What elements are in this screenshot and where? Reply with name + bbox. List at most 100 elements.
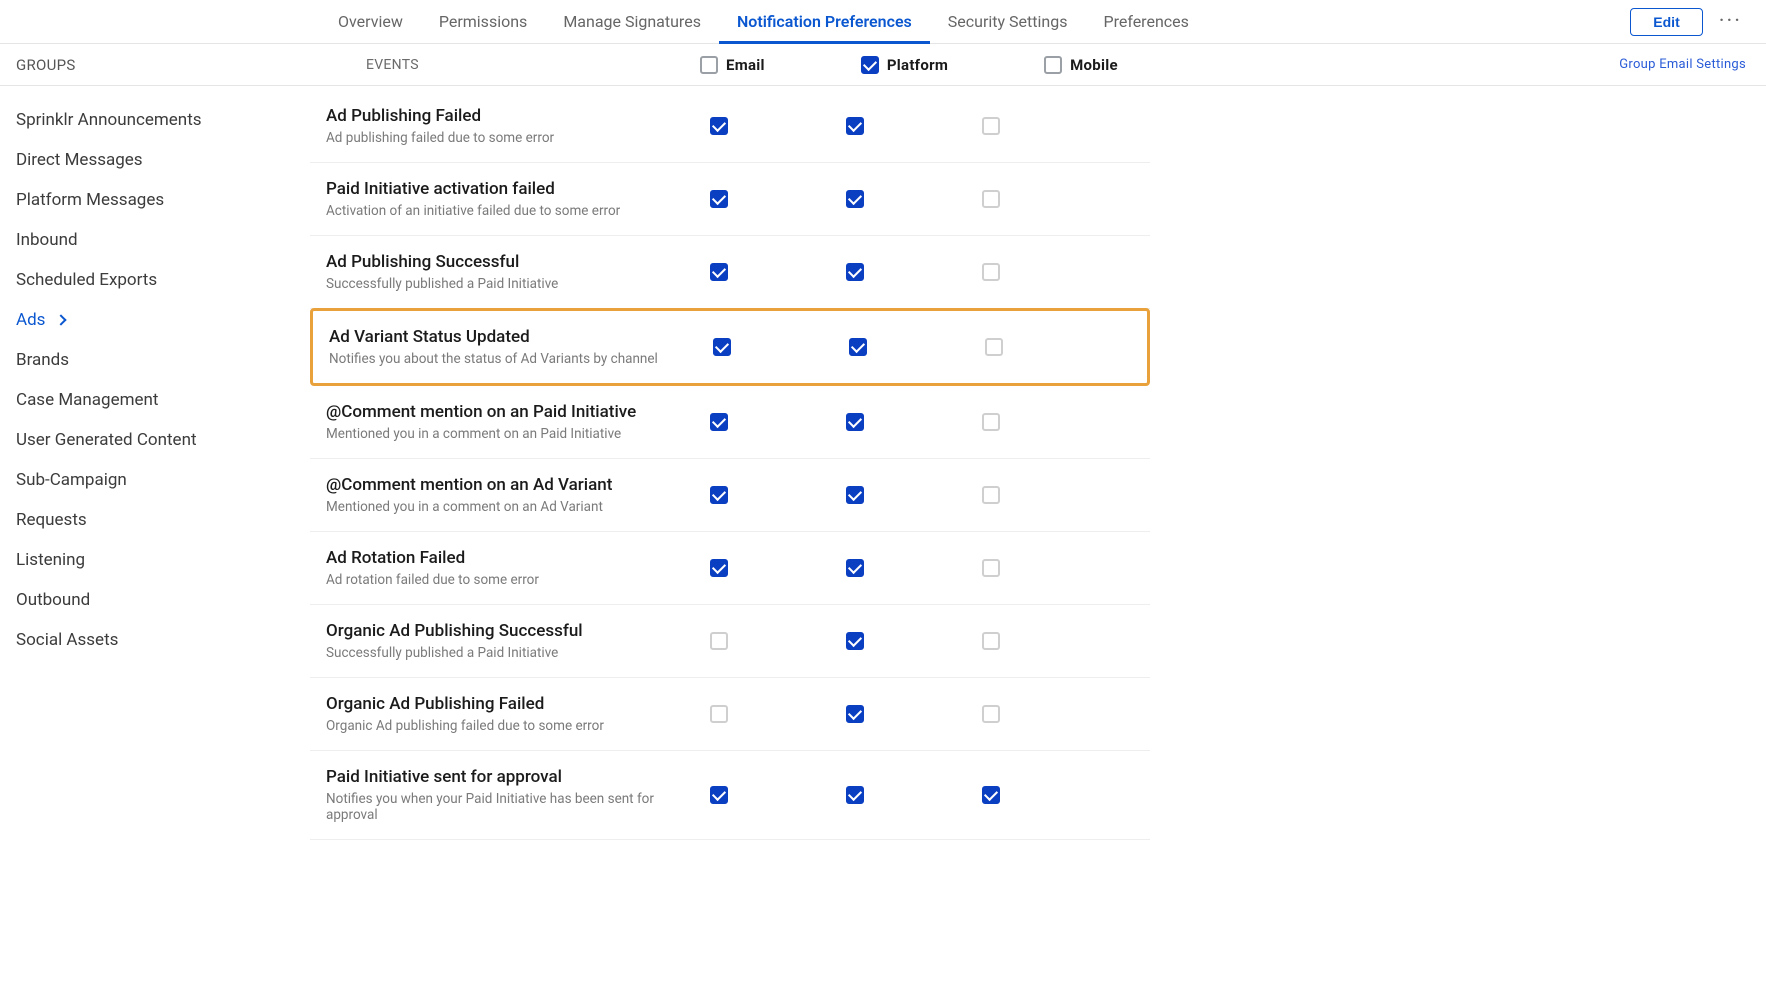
checkbox-email[interactable] <box>710 117 728 135</box>
tab-notification-preferences[interactable]: Notification Preferences <box>719 0 930 44</box>
checkbox-email[interactable] <box>710 786 728 804</box>
event-desc: Activation of an initiative failed due t… <box>326 203 700 219</box>
highlighted-event: Ad Variant Status UpdatedNotifies you ab… <box>310 308 1150 386</box>
checkbox-email[interactable] <box>710 705 728 723</box>
event-desc: Organic Ad publishing failed due to some… <box>326 718 700 734</box>
event-desc: Mentioned you in a comment on an Ad Vari… <box>326 499 700 515</box>
column-header-group: Email Platform Mobile Group Email Settings <box>700 56 1746 74</box>
more-icon[interactable]: ··· <box>1715 11 1746 33</box>
checkbox-platform[interactable] <box>846 559 864 577</box>
event-checkboxes <box>700 705 1000 723</box>
event-checkboxes <box>703 338 1003 356</box>
event-title: Paid Initiative sent for approval <box>326 767 700 787</box>
sidebar-item-social-assets[interactable]: Social Assets <box>0 620 310 660</box>
checkbox-platform[interactable] <box>846 117 864 135</box>
event-row: Ad Publishing FailedAd publishing failed… <box>310 90 1150 163</box>
sidebar-item-label: Requests <box>16 510 87 530</box>
checkbox-mobile[interactable] <box>982 559 1000 577</box>
event-desc: Successfully published a Paid Initiative <box>326 645 700 661</box>
sidebar-item-inbound[interactable]: Inbound <box>0 220 310 260</box>
checkbox-email[interactable] <box>710 190 728 208</box>
event-title: @Comment mention on an Paid Initiative <box>326 402 700 422</box>
event-checkboxes <box>700 413 1000 431</box>
tab-preferences[interactable]: Preferences <box>1085 0 1206 44</box>
sidebar-item-scheduled-exports[interactable]: Scheduled Exports <box>0 260 310 300</box>
column-checkbox-mobile[interactable] <box>1044 56 1062 74</box>
event-title: Organic Ad Publishing Failed <box>326 694 700 714</box>
checkbox-mobile[interactable] <box>982 486 1000 504</box>
column-checkbox-platform[interactable] <box>861 56 879 74</box>
event-desc: Mentioned you in a comment on an Paid In… <box>326 426 700 442</box>
column-header-platform: Platform <box>861 56 948 74</box>
sidebar-item-label: Case Management <box>16 390 158 410</box>
checkbox-platform[interactable] <box>846 486 864 504</box>
checkbox-mobile[interactable] <box>982 190 1000 208</box>
event-row: Organic Ad Publishing Failed Organic Ad p… <box>310 678 1150 751</box>
column-headers: Email Platform Mobile <box>700 56 1619 74</box>
checkbox-mobile[interactable] <box>985 338 1003 356</box>
sidebar-item-outbound[interactable]: Outbound <box>0 580 310 620</box>
sidebar-item-sprinklr-announcements[interactable]: Sprinklr Announcements <box>0 100 310 140</box>
column-header-mobile: Mobile <box>1044 56 1118 74</box>
checkbox-email[interactable] <box>710 559 728 577</box>
sidebar-item-brands[interactable]: Brands <box>0 340 310 380</box>
sidebar-item-requests[interactable]: Requests <box>0 500 310 540</box>
checkbox-mobile[interactable] <box>982 263 1000 281</box>
edit-button[interactable]: Edit <box>1630 8 1702 36</box>
event-title: Ad Rotation Failed <box>326 548 700 568</box>
event-row: @Comment mention on an Paid Initiative Me… <box>310 386 1150 459</box>
checkbox-email[interactable] <box>710 632 728 650</box>
sidebar-item-sub-campaign[interactable]: Sub-Campaign <box>0 460 310 500</box>
sidebar-item-case-management[interactable]: Case Management <box>0 380 310 420</box>
tab-manage-signatures[interactable]: Manage Signatures <box>545 0 719 44</box>
checkbox-mobile[interactable] <box>982 705 1000 723</box>
event-row: Organic Ad Publishing SuccessfulSuccessf… <box>310 605 1150 678</box>
event-desc: Ad publishing failed due to some error <box>326 130 700 146</box>
checkbox-platform[interactable] <box>849 338 867 356</box>
checkbox-email[interactable] <box>710 413 728 431</box>
sidebar-item-direct-messages[interactable]: Direct Messages <box>0 140 310 180</box>
event-checkboxes <box>700 117 1000 135</box>
event-row: Ad Variant Status UpdatedNotifies you ab… <box>313 311 1147 383</box>
sidebar-item-label: Platform Messages <box>16 190 164 210</box>
checkbox-mobile[interactable] <box>982 786 1000 804</box>
sidebar-item-platform-messages[interactable]: Platform Messages <box>0 180 310 220</box>
event-text: Paid Initiative activation failed Activat… <box>326 179 700 219</box>
checkbox-mobile[interactable] <box>982 117 1000 135</box>
group-email-settings-link[interactable]: Group Email Settings <box>1619 57 1746 72</box>
sidebar-item-ads[interactable]: Ads <box>0 300 310 340</box>
checkbox-mobile[interactable] <box>982 413 1000 431</box>
sidebar: Sprinklr Announcements Direct Messages Pla… <box>0 86 310 840</box>
column-header-email: Email <box>700 56 765 74</box>
sidebar-item-user-generated-content[interactable]: User Generated Content <box>0 420 310 460</box>
event-text: Ad Variant Status UpdatedNotifies you ab… <box>329 327 703 367</box>
checkbox-email[interactable] <box>710 263 728 281</box>
sidebar-item-label: User Generated Content <box>16 430 197 450</box>
top-nav: OverviewPermissionsManage SignaturesNoti… <box>0 0 1766 44</box>
checkbox-platform[interactable] <box>846 705 864 723</box>
tab-overview[interactable]: Overview <box>320 0 421 44</box>
event-text: Paid Initiative sent for approvalNotifie… <box>326 767 700 823</box>
sidebar-item-label: Sprinklr Announcements <box>16 110 202 130</box>
event-row: @Comment mention on an Ad VariantMention… <box>310 459 1150 532</box>
column-checkbox-email[interactable] <box>700 56 718 74</box>
sidebar-item-label: Brands <box>16 350 69 370</box>
tab-security-settings[interactable]: Security Settings <box>930 0 1086 44</box>
sidebar-item-label: Inbound <box>16 230 78 250</box>
event-title: Paid Initiative activation failed <box>326 179 700 199</box>
event-row: Ad Rotation FailedAd rotation failed due… <box>310 532 1150 605</box>
event-row: Paid Initiative activation failed Activat… <box>310 163 1150 236</box>
checkbox-platform[interactable] <box>846 632 864 650</box>
checkbox-platform[interactable] <box>846 413 864 431</box>
sidebar-item-label: Sub-Campaign <box>16 470 127 490</box>
event-text: Ad Rotation FailedAd rotation failed due… <box>326 548 700 588</box>
checkbox-email[interactable] <box>710 486 728 504</box>
sidebar-item-listening[interactable]: Listening <box>0 540 310 580</box>
checkbox-platform[interactable] <box>846 190 864 208</box>
checkbox-mobile[interactable] <box>982 632 1000 650</box>
checkbox-platform[interactable] <box>846 786 864 804</box>
checkbox-email[interactable] <box>713 338 731 356</box>
checkbox-platform[interactable] <box>846 263 864 281</box>
event-checkboxes <box>700 486 1000 504</box>
tab-permissions[interactable]: Permissions <box>421 0 545 44</box>
